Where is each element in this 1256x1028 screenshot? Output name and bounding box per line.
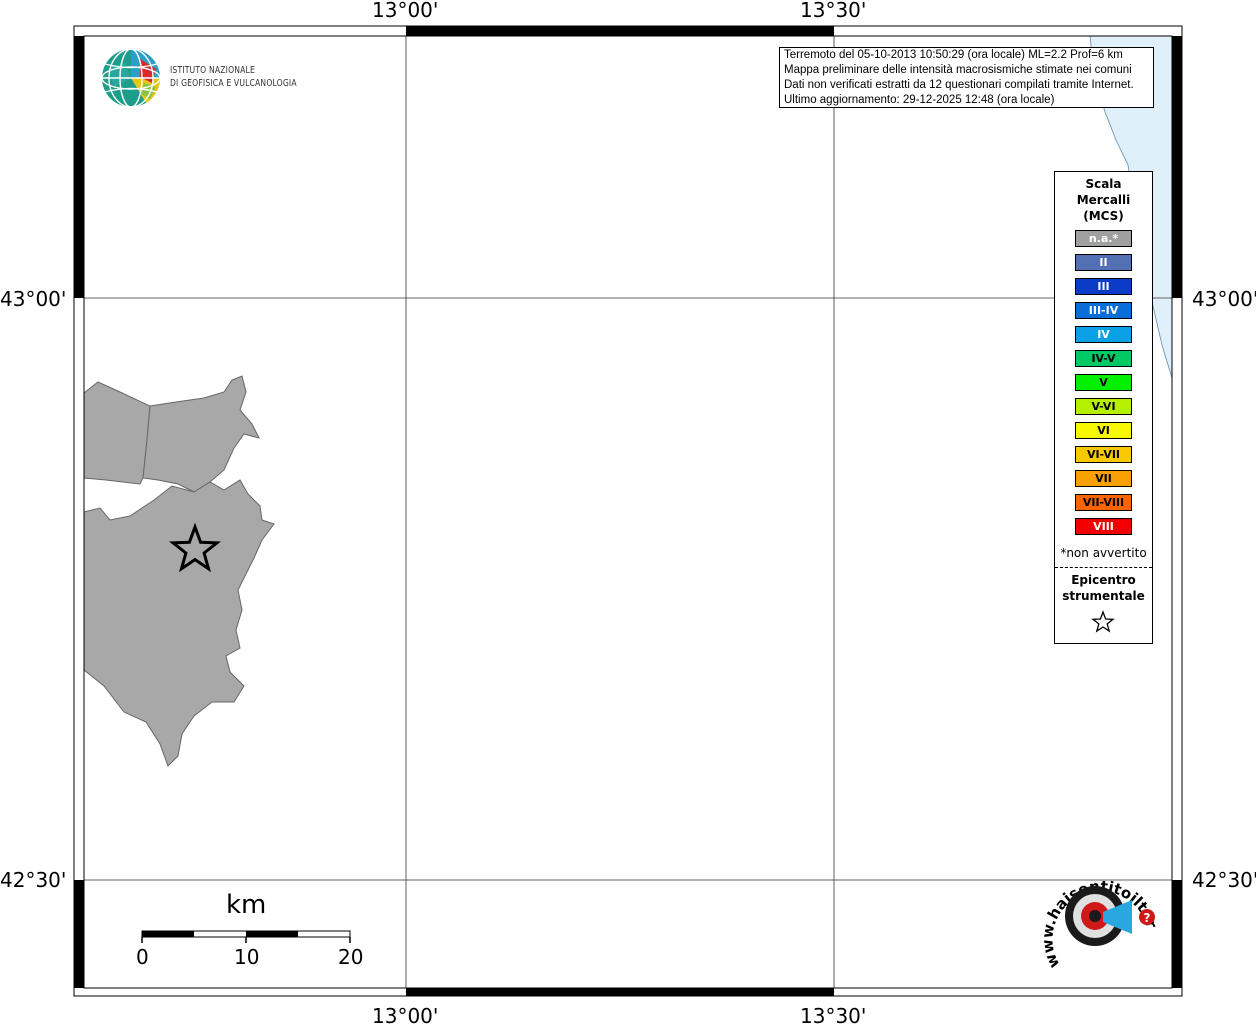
hsit-target-center: [1089, 910, 1101, 922]
lon-label-top-13-00: 13°00': [372, 0, 439, 22]
legend-title-line3: (MCS): [1083, 209, 1124, 223]
scalebar-seg-1: [142, 931, 194, 937]
frame-seg-right-a: [1172, 36, 1182, 298]
event-info-line1: Terremoto del 05-10-2013 10:50:29 (ora l…: [784, 49, 1123, 61]
event-info-line2: Mappa preliminare delle intensità macros…: [784, 64, 1132, 76]
lat-label-left-43-00: 43°00': [0, 287, 67, 311]
legend-epicentre-line2: strumentale: [1062, 589, 1145, 603]
mcs-legend: Scala Mercalli (MCS) n.a.* II III III-IV IV I…: [1054, 171, 1153, 644]
municipality-north-east: [142, 375, 260, 493]
legend-swatch-v: V: [1075, 374, 1132, 391]
legend-swatch-viii: VIII: [1075, 518, 1132, 535]
legend-epicentre-line1: Epicentro: [1071, 573, 1136, 587]
lat-label-right-42-30: 42°30': [1192, 868, 1256, 892]
municipality-north-west: [83, 381, 151, 485]
legend-note: *non avvertito: [1060, 546, 1147, 560]
ingv-logo: ISTITUTO NAZIONALE DI GEOFISICA E VULCAN…: [100, 47, 330, 109]
legend-epicentre-label: Epicentro strumentale: [1055, 572, 1152, 604]
scalebar-label-0: 0: [136, 945, 149, 969]
legend-swatch-iii-iv: III-IV: [1075, 302, 1132, 319]
ingv-logo-line1: ISTITUTO NAZIONALE: [170, 65, 255, 76]
haisentito-logo: www.haisentitoilterremoto.it ?: [1030, 860, 1160, 971]
event-info-box: Terremoto del 05-10-2013 10:50:29 (ora l…: [779, 47, 1154, 108]
scalebar-seg-3: [246, 931, 298, 937]
frame-seg-top: [406, 26, 834, 36]
ingv-logo-line2: DI GEOFISICA E VULCANOLOGIA: [170, 78, 297, 89]
legend-swatch-ii: II: [1075, 254, 1132, 271]
frame-seg-bottom: [406, 988, 834, 996]
event-info-line4: Ultimo aggiornamento: 29-12-2025 12:48 (…: [784, 94, 1055, 106]
hsit-question-mark: ?: [1144, 911, 1151, 925]
legend-swatch-iv: IV: [1075, 326, 1132, 343]
lat-label-left-42-30: 42°30': [0, 868, 67, 892]
legend-swatch-n-a: n.a.*: [1075, 230, 1132, 247]
event-info-line3: Dati non verificati estratti da 12 quest…: [784, 79, 1134, 91]
municipality-epicentre: [83, 479, 275, 767]
lat-label-right-43-00: 43°00': [1192, 287, 1256, 311]
lon-label-top-13-30: 13°30': [800, 0, 867, 22]
legend-swatch-iii: III: [1075, 278, 1132, 295]
frame-seg-left-b: [74, 880, 84, 988]
legend-title: Scala Mercalli (MCS): [1055, 176, 1152, 224]
scalebar-label-20: 20: [338, 945, 364, 969]
legend-swatch-vii: VII: [1075, 470, 1132, 487]
frame-seg-right-b: [1172, 880, 1182, 988]
legend-title-line1: Scala: [1085, 177, 1122, 191]
legend-title-line2: Mercalli: [1076, 193, 1131, 207]
scalebar-unit: km: [226, 890, 267, 920]
lon-label-bottom-13-30: 13°30': [800, 1004, 867, 1028]
legend-swatch-vii-viii: VII-VIII: [1075, 494, 1132, 511]
legend-separator: [1055, 567, 1152, 568]
scalebar-label-10: 10: [234, 945, 260, 969]
legend-swatch-v-vi: V-VI: [1075, 398, 1132, 415]
legend-swatch-iv-v: IV-V: [1075, 350, 1132, 367]
frame-seg-left-a: [74, 36, 84, 298]
ingv-globe-icon: [101, 48, 161, 108]
lon-label-bottom-13-00: 13°00': [372, 1004, 439, 1028]
legend-star-icon: [1091, 610, 1115, 633]
legend-swatch-vi-vii: VI-VII: [1075, 446, 1132, 463]
legend-swatch-vi: VI: [1075, 422, 1132, 439]
